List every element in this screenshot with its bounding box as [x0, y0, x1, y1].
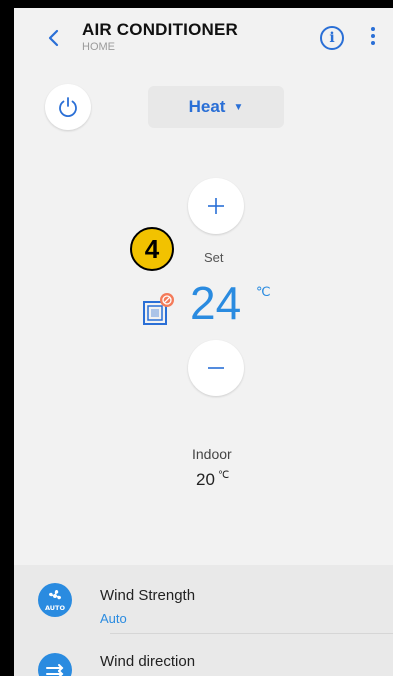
wind-strength-value[interactable]: Auto	[100, 611, 127, 626]
app-header: AIR CONDITIONER HOME i	[14, 8, 393, 68]
mode-dropdown[interactable]: Heat ▼	[148, 86, 284, 128]
air-conditioner-blocked-icon	[142, 291, 176, 327]
set-label: Set	[204, 250, 224, 265]
indoor-label: Indoor	[192, 446, 232, 462]
back-arrow-icon[interactable]	[42, 26, 66, 50]
mode-label: Heat	[188, 97, 226, 116]
screen-frame: AIR CONDITIONER HOME i Heat ▼ 4 Set 24 ℃…	[0, 0, 393, 676]
app-screen: AIR CONDITIONER HOME i Heat ▼ 4 Set 24 ℃…	[14, 8, 393, 676]
set-temperature-value: 24	[190, 277, 242, 329]
plus-icon	[208, 198, 224, 214]
more-options-icon[interactable]	[369, 24, 377, 52]
set-temperature-unit: ℃	[256, 284, 271, 299]
svg-text:AUTO: AUTO	[45, 604, 66, 612]
decrease-temperature-button[interactable]	[188, 340, 244, 396]
power-button[interactable]	[45, 84, 91, 130]
page-subtitle: HOME	[82, 41, 115, 53]
indoor-temperature-unit: ℃	[218, 470, 230, 481]
list-divider	[110, 633, 393, 634]
wind-direction-icon[interactable]	[38, 653, 72, 676]
chevron-down-icon: ▼	[233, 101, 244, 113]
indoor-temperature-value: 20	[196, 470, 215, 489]
wind-direction-label[interactable]: Wind direction	[100, 653, 195, 670]
info-icon[interactable]: i	[320, 26, 344, 50]
increase-temperature-button[interactable]	[188, 178, 244, 234]
minus-icon	[208, 367, 224, 369]
page-title: AIR CONDITIONER	[82, 20, 238, 39]
step-number-badge: 4	[130, 227, 174, 271]
options-list: AUTO Wind Strength Auto Wind direction	[14, 565, 393, 676]
wind-strength-label[interactable]: Wind Strength	[100, 587, 195, 604]
wind-strength-auto-icon[interactable]: AUTO	[38, 583, 72, 617]
power-icon	[59, 97, 77, 118]
